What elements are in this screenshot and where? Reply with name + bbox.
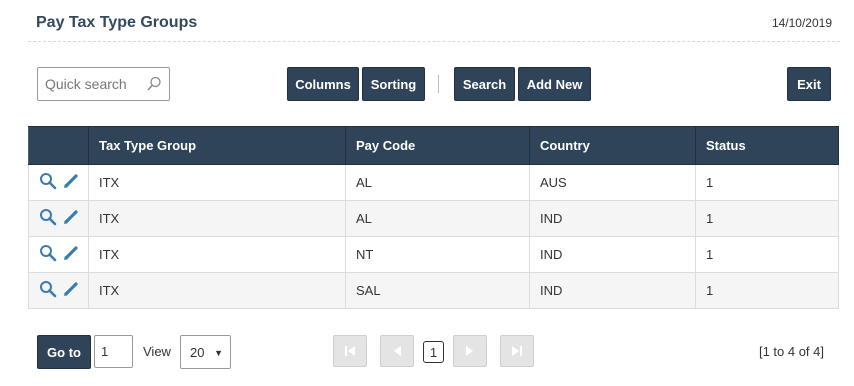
first-page-button[interactable] — [333, 335, 367, 367]
cell-country: IND — [529, 200, 696, 237]
view-label: View — [143, 344, 171, 359]
edit-icon[interactable] — [63, 245, 79, 264]
last-page-icon — [512, 346, 522, 356]
cell-country: IND — [529, 272, 696, 309]
caret-down-icon: ▼ — [214, 348, 223, 358]
cell-tax-type-group: ITX — [88, 200, 346, 237]
table-row[interactable]: ITX SAL IND 1 — [28, 272, 839, 309]
table-row[interactable]: ITX NT IND 1 — [28, 236, 839, 273]
table-row[interactable]: ITX AL IND 1 — [28, 200, 839, 237]
row-actions — [28, 236, 89, 273]
column-header-tax-type-group[interactable]: Tax Type Group — [88, 126, 346, 165]
table-row[interactable]: ITX AL AUS 1 — [28, 164, 839, 201]
cell-country: IND — [529, 236, 696, 273]
page-size-select[interactable]: 20 ▼ — [180, 335, 231, 369]
current-date: 14/10/2019 — [771, 16, 832, 30]
edit-icon[interactable] — [63, 209, 79, 228]
column-header-country[interactable]: Country — [529, 126, 696, 165]
page-size-value: 20 — [190, 344, 205, 360]
row-actions — [28, 200, 89, 237]
add-new-button[interactable]: Add New — [518, 67, 591, 101]
page-title: Pay Tax Type Groups — [36, 14, 198, 31]
view-icon[interactable] — [39, 280, 59, 301]
actions-column-header — [28, 126, 89, 165]
view-icon[interactable] — [39, 172, 59, 193]
toolbar-separator — [438, 75, 439, 93]
exit-button[interactable]: Exit — [787, 67, 831, 101]
sorting-button[interactable]: Sorting — [362, 67, 425, 101]
record-range: [1 to 4 of 4] — [758, 344, 824, 359]
cell-pay-code: AL — [345, 164, 530, 201]
quick-search[interactable] — [37, 67, 170, 101]
last-page-button[interactable] — [500, 335, 534, 367]
view-icon[interactable] — [39, 208, 59, 229]
row-actions — [28, 164, 89, 201]
cell-country: AUS — [529, 164, 696, 201]
quick-search-input[interactable] — [38, 68, 146, 100]
cell-tax-type-group: ITX — [88, 272, 346, 309]
edit-icon[interactable] — [63, 173, 79, 192]
cell-pay-code: AL — [345, 200, 530, 237]
search-icon[interactable] — [146, 76, 162, 97]
header-divider — [28, 41, 840, 42]
table-header-row: Tax Type Group Pay Code Country Status — [28, 126, 839, 165]
next-page-icon — [466, 346, 473, 356]
search-button[interactable]: Search — [454, 67, 515, 101]
go-to-button[interactable]: Go to — [37, 335, 91, 369]
row-actions — [28, 272, 89, 309]
cell-pay-code: SAL — [345, 272, 530, 309]
first-page-icon — [345, 346, 355, 356]
cell-tax-type-group: ITX — [88, 236, 346, 273]
cell-tax-type-group: ITX — [88, 164, 346, 201]
column-header-status[interactable]: Status — [695, 126, 839, 165]
tax-type-groups-table: Tax Type Group Pay Code Country Status I… — [28, 126, 839, 309]
edit-icon[interactable] — [63, 281, 79, 300]
prev-page-button[interactable] — [380, 335, 414, 367]
cell-status: 1 — [695, 164, 839, 201]
column-header-pay-code[interactable]: Pay Code — [345, 126, 530, 165]
current-page-indicator[interactable]: 1 — [423, 341, 444, 363]
cell-status: 1 — [695, 200, 839, 237]
columns-button[interactable]: Columns — [287, 67, 359, 101]
page-number-input[interactable] — [94, 335, 133, 368]
cell-pay-code: NT — [345, 236, 530, 273]
prev-page-icon — [394, 346, 401, 356]
cell-status: 1 — [695, 236, 839, 273]
cell-status: 1 — [695, 272, 839, 309]
view-icon[interactable] — [39, 244, 59, 265]
next-page-button[interactable] — [453, 335, 487, 367]
